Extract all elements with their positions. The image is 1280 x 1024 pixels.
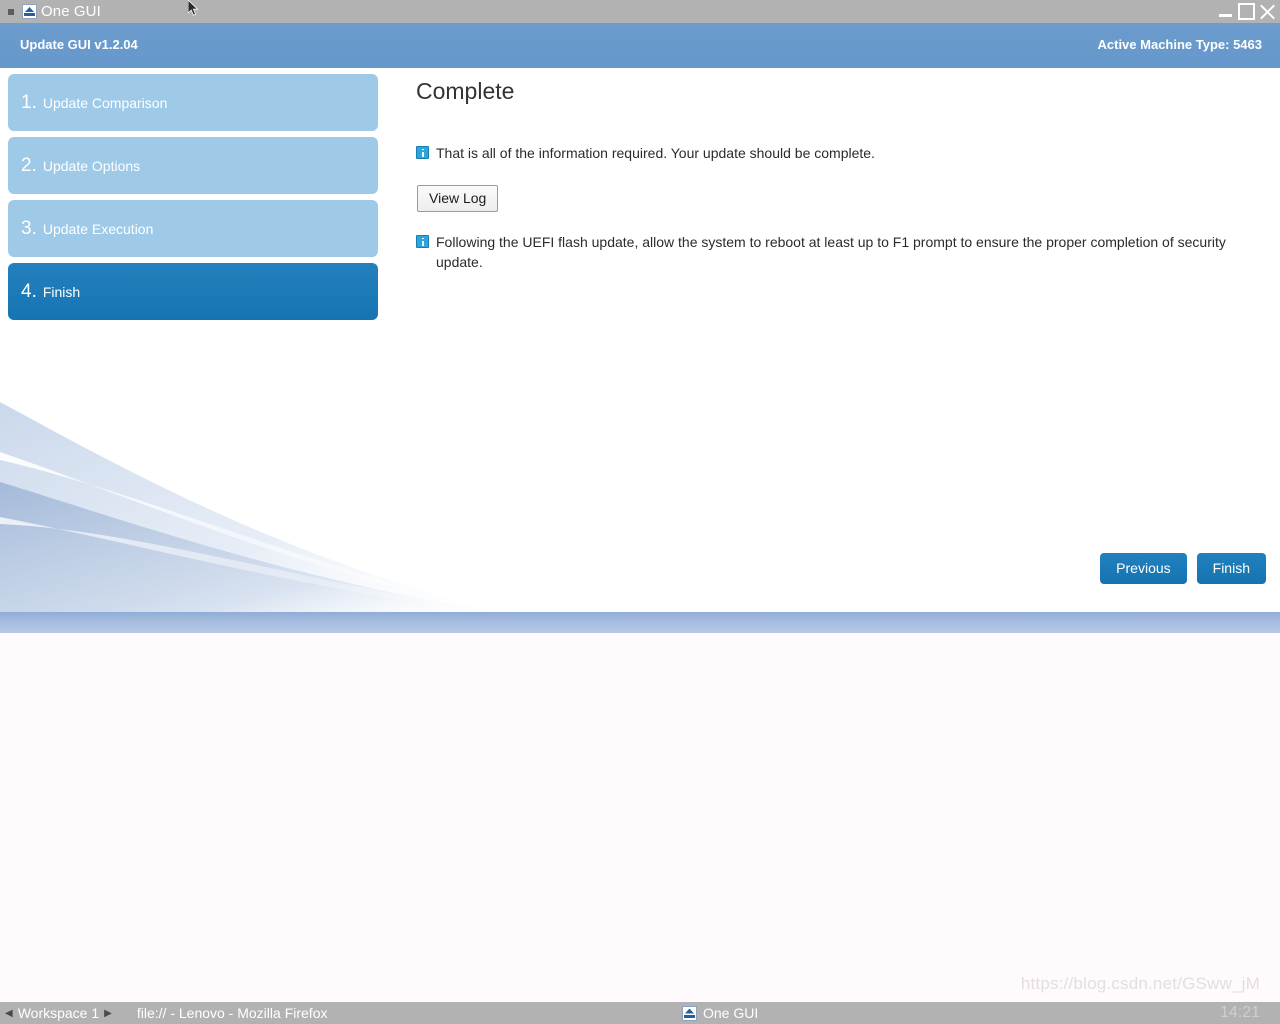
step-label: Update Execution: [42, 220, 154, 237]
workspace-label[interactable]: Workspace 1: [18, 1005, 99, 1021]
info-message-2: Following the UEFI flash update, allow t…: [416, 232, 1264, 272]
taskbar-item-one-gui-label: One GUI: [703, 1005, 759, 1021]
workspace-next-icon[interactable]: ▶: [99, 1008, 117, 1019]
sidebar-item-update-options[interactable]: 2. Update Options: [8, 137, 378, 194]
content-pane: Complete That is all of the information …: [416, 78, 1264, 288]
info-icon: [416, 146, 429, 159]
step-number: 3.: [21, 217, 37, 239]
maximize-icon[interactable]: [1238, 3, 1255, 20]
view-log-button[interactable]: View Log: [417, 185, 499, 212]
step-number: 1.: [21, 91, 37, 113]
finish-button[interactable]: Finish: [1196, 553, 1266, 584]
app-body: 1. Update Comparison 2. Update Options 3…: [0, 68, 1280, 612]
workspace-prev-icon[interactable]: ◀: [0, 1008, 18, 1019]
info-message-2-text: Following the UEFI flash update, allow t…: [436, 234, 1226, 270]
step-label: Update Comparison: [42, 94, 168, 111]
step-sidebar: 1. Update Comparison 2. Update Options 3…: [8, 74, 378, 326]
window-title: One GUI: [41, 3, 101, 20]
sidebar-item-finish[interactable]: 4. Finish: [8, 263, 378, 320]
info-message-1-text: That is all of the information required.…: [436, 145, 875, 161]
window-controls: [1217, 0, 1276, 23]
app-icon: [22, 4, 37, 19]
taskbar: ◀ Workspace 1 ▶ file:// - Lenovo - Mozil…: [0, 1002, 1280, 1024]
app-version-label: Update GUI v1.2.04: [20, 37, 138, 52]
step-label: Finish: [42, 283, 81, 300]
window-menu-bullet-icon[interactable]: [8, 8, 14, 15]
screen-root: One GUI Update GUI v1.2.04 Active Machin…: [0, 0, 1280, 1024]
taskbar-item-firefox[interactable]: file:// - Lenovo - Mozilla Firefox: [137, 1005, 328, 1021]
close-icon[interactable]: [1258, 3, 1276, 21]
app-footer-strip: [0, 612, 1280, 633]
watermark-text: https://blog.csdn.net/GSww_jM: [1020, 974, 1260, 993]
page-title: Complete: [416, 78, 515, 104]
app-icon: [682, 1005, 697, 1021]
taskbar-item-one-gui[interactable]: One GUI: [682, 1005, 758, 1021]
desktop-background: https://blog.csdn.net/GSww_jM: [0, 633, 1280, 1002]
sidebar-item-update-comparison[interactable]: 1. Update Comparison: [8, 74, 378, 131]
previous-button[interactable]: Previous: [1100, 553, 1187, 584]
step-number: 4.: [21, 280, 37, 302]
sidebar-item-update-execution[interactable]: 3. Update Execution: [8, 200, 378, 257]
minimize-icon[interactable]: [1217, 3, 1235, 21]
window-titlebar: One GUI: [0, 0, 1280, 23]
app-header: Update GUI v1.2.04 Active Machine Type: …: [0, 23, 1280, 68]
decorative-swoosh-graphic: [0, 402, 500, 612]
step-number: 2.: [21, 154, 37, 176]
active-machine-type-label: Active Machine Type: 5463: [1097, 37, 1263, 52]
navigation-buttons: Previous Finish: [1100, 553, 1266, 584]
info-message-1: That is all of the information required.…: [416, 143, 1264, 163]
taskbar-clock: 14:21: [1219, 1004, 1260, 1021]
info-icon: [416, 235, 429, 248]
step-label: Update Options: [42, 157, 141, 174]
